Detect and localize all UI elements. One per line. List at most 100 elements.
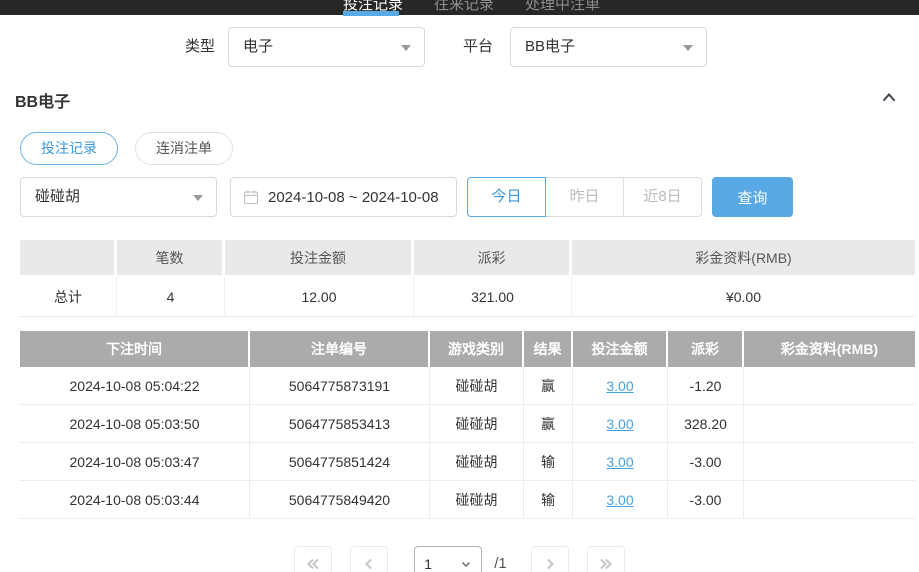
today-button[interactable]: 今日 [467, 177, 546, 217]
cell-payout: -3.00 [668, 481, 744, 519]
type-label: 类型 [185, 27, 215, 67]
header-payout: 派彩 [668, 331, 744, 367]
query-row: 碰碰胡 2024-10-08 ~ 2024-10-08 今日 昨日 近8日 查询 [20, 177, 900, 217]
cell-payout: -3.00 [668, 443, 744, 481]
date-range-picker[interactable]: 2024-10-08 ~ 2024-10-08 [230, 177, 457, 217]
header-game-category: 游戏类别 [430, 331, 524, 367]
summary-total-bonus: ¥0.00 [572, 277, 915, 317]
summary-total-bet-amount: 12.00 [225, 277, 414, 317]
section-header: BB电子 [15, 88, 906, 110]
next-page-icon [542, 556, 558, 572]
bet-amount-link[interactable]: 3.00 [606, 454, 633, 470]
active-tab-underline [343, 11, 399, 16]
summary-total-payout: 321.00 [414, 277, 572, 317]
chevron-up-icon [880, 88, 898, 106]
last-page-button[interactable] [587, 546, 625, 572]
first-page-button[interactable] [294, 546, 332, 572]
cell-result: 输 [524, 443, 573, 481]
bet-amount-link[interactable]: 3.00 [606, 492, 633, 508]
cell-order-number: 5064775873191 [250, 367, 430, 405]
cell-bet-time: 2024-10-08 05:03:50 [20, 405, 250, 443]
page-number-select[interactable]: 1 [414, 546, 482, 572]
cell-bet-time: 2024-10-08 05:04:22 [20, 367, 250, 405]
cell-bonus [744, 367, 915, 405]
summary-total-row: 总计 4 12.00 321.00 ¥0.00 [20, 277, 915, 317]
header-order-number: 注单编号 [250, 331, 430, 367]
chevron-down-icon [683, 45, 693, 51]
table-row: 2024-10-08 05:03:44 5064775849420 碰碰胡 输 … [20, 481, 915, 519]
cell-payout: 328.20 [668, 405, 744, 443]
game-select-value: 碰碰胡 [35, 188, 80, 205]
first-page-icon [305, 556, 321, 572]
header-result: 结果 [524, 331, 573, 367]
cell-game-category: 碰碰胡 [430, 443, 524, 481]
pill-tab-bet-records[interactable]: 投注记录 [20, 132, 118, 165]
chevron-down-icon [193, 195, 203, 201]
betting-records-page: 投注记录 往来记录 处理中注单 类型 电子 平台 BB电子 BB电子 投注记录 … [0, 0, 919, 572]
summary-header-count: 笔数 [117, 240, 225, 277]
cell-bonus [744, 443, 915, 481]
page-number-value: 1 [424, 556, 432, 572]
bet-records-table: 下注时间 注单编号 游戏类别 结果 投注金额 派彩 彩金资料(RMB) 2024… [20, 331, 915, 519]
type-select-value: 电子 [243, 38, 273, 55]
yesterday-button[interactable]: 昨日 [545, 177, 624, 217]
table-row: 2024-10-08 05:04:22 5064775873191 碰碰胡 赢 … [20, 367, 915, 405]
summary-header-payout: 派彩 [414, 240, 572, 277]
type-select[interactable]: 电子 [228, 27, 425, 67]
game-select[interactable]: 碰碰胡 [20, 177, 217, 217]
header-bet-amount: 投注金额 [573, 331, 668, 367]
platform-select-value: BB电子 [525, 38, 575, 55]
top-nav-bar: 投注记录 往来记录 处理中注单 [0, 0, 919, 15]
collapse-section-button[interactable] [880, 88, 898, 106]
tab-transaction-records[interactable]: 往来记录 [434, 0, 494, 14]
cell-game-category: 碰碰胡 [430, 481, 524, 519]
table-row: 2024-10-08 05:03:50 5064775853413 碰碰胡 赢 … [20, 405, 915, 443]
chevron-down-icon [401, 45, 411, 51]
platform-select[interactable]: BB电子 [510, 27, 707, 67]
bet-table-header: 下注时间 注单编号 游戏类别 结果 投注金额 派彩 彩金资料(RMB) [20, 331, 915, 367]
last-page-icon [598, 556, 614, 572]
next-page-button[interactable] [531, 546, 569, 572]
cell-bet-time: 2024-10-08 05:03:44 [20, 481, 250, 519]
header-bet-time: 下注时间 [20, 331, 250, 367]
cell-result: 输 [524, 481, 573, 519]
date-range-value: 2024-10-08 ~ 2024-10-08 [268, 189, 439, 206]
prev-page-icon [361, 556, 377, 572]
cell-game-category: 碰碰胡 [430, 405, 524, 443]
prev-page-button[interactable] [350, 546, 388, 572]
summary-header-bet-amount: 投注金额 [225, 240, 414, 277]
pagination: 1 /1 [0, 546, 919, 572]
cell-order-number: 5064775853413 [250, 405, 430, 443]
quick-date-buttons: 今日 昨日 近8日 [467, 177, 702, 217]
cell-bonus [744, 481, 915, 519]
cell-order-number: 5064775851424 [250, 443, 430, 481]
summary-table-header: 笔数 投注金额 派彩 彩金资料(RMB) [20, 240, 915, 277]
record-type-tabs: 投注记录 连消注单 [20, 132, 233, 165]
bet-amount-link[interactable]: 3.00 [606, 416, 633, 432]
table-row: 2024-10-08 05:03:47 5064775851424 碰碰胡 输 … [20, 443, 915, 481]
section-title: BB电子 [15, 94, 70, 111]
bet-amount-link[interactable]: 3.00 [606, 378, 633, 394]
cell-result: 赢 [524, 367, 573, 405]
cell-game-category: 碰碰胡 [430, 367, 524, 405]
cell-result: 赢 [524, 405, 573, 443]
summary-total-label: 总计 [20, 277, 117, 317]
summary-table: 笔数 投注金额 派彩 彩金资料(RMB) 总计 4 12.00 321.00 ¥… [20, 240, 915, 317]
summary-total-count: 4 [117, 277, 225, 317]
pill-tab-cancelled-orders[interactable]: 连消注单 [135, 132, 233, 165]
cell-bet-time: 2024-10-08 05:03:47 [20, 443, 250, 481]
last-8-days-button[interactable]: 近8日 [623, 177, 702, 217]
calendar-icon [243, 189, 259, 205]
search-button[interactable]: 查询 [712, 177, 793, 217]
page-total-label: /1 [494, 546, 507, 572]
summary-header-bonus: 彩金资料(RMB) [572, 240, 915, 277]
platform-label: 平台 [463, 27, 493, 67]
cell-payout: -1.20 [668, 367, 744, 405]
cell-bonus [744, 405, 915, 443]
summary-header-blank [20, 240, 117, 277]
cell-order-number: 5064775849420 [250, 481, 430, 519]
header-bonus: 彩金资料(RMB) [744, 331, 915, 367]
chevron-down-icon [460, 558, 472, 570]
tab-pending-orders[interactable]: 处理中注单 [525, 0, 600, 14]
filter-row: 类型 电子 平台 BB电子 [0, 27, 919, 67]
